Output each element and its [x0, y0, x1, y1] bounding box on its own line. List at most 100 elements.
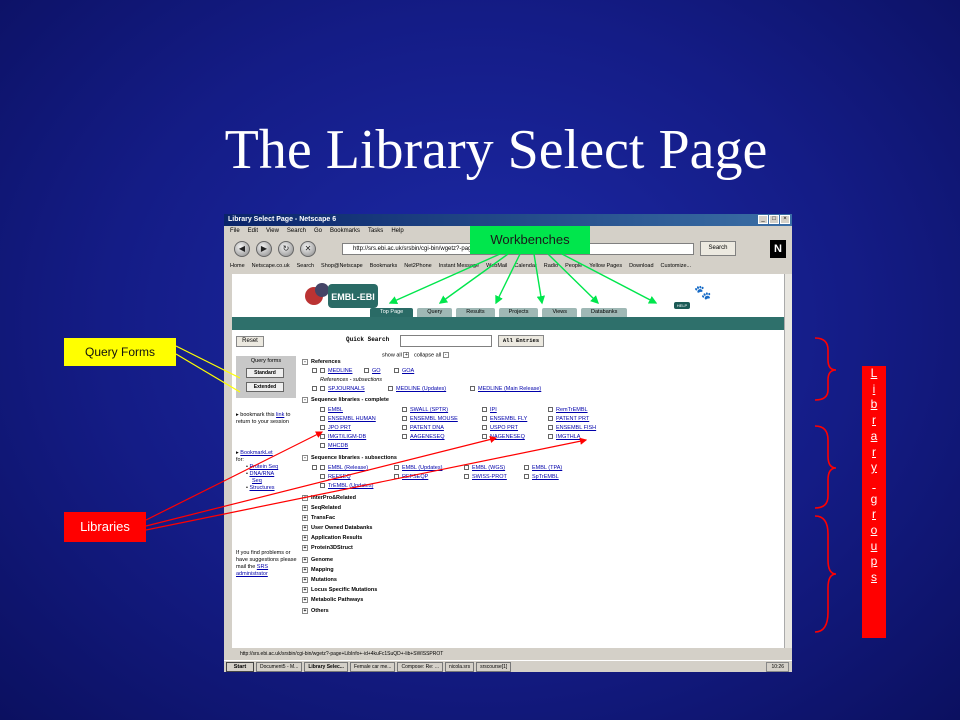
maximize-icon[interactable]: □ [769, 215, 779, 224]
expand-icon[interactable]: + [302, 576, 308, 583]
bookmark-netscape[interactable]: Netscape.co.uk [252, 261, 290, 272]
tab-top-page[interactable]: Top Page [370, 308, 414, 317]
bookmark-calendar[interactable]: Calendar [514, 261, 536, 272]
checkbox[interactable] [320, 368, 325, 374]
menu-edit[interactable]: Edit [248, 226, 258, 237]
lib-item[interactable]: SWISS-PROT [464, 473, 507, 481]
seq-link[interactable]: Seq [252, 478, 262, 484]
group-locus-mutations[interactable]: + Locus Specific Mutations [302, 586, 377, 594]
back-icon[interactable]: ◀ [234, 241, 250, 257]
checkbox[interactable] [548, 425, 553, 431]
lib-item[interactable]: ENSEMBL FLY [482, 415, 527, 423]
bookmark-link[interactable]: link [276, 412, 284, 418]
menu-search[interactable]: Search [287, 226, 306, 237]
lib-item[interactable]: EMBL (Release) [312, 464, 368, 472]
checkbox[interactable] [548, 434, 553, 440]
bookmark-radio[interactable]: Radio [544, 261, 558, 272]
checkbox[interactable] [312, 386, 317, 392]
minimize-icon[interactable]: _ [758, 215, 768, 224]
extended-button[interactable]: Extended [246, 382, 284, 392]
reset-button[interactable]: Reset [236, 336, 264, 347]
expand-icon[interactable]: + [302, 607, 308, 614]
lib-item[interactable]: ENSEMBL FISH [548, 424, 596, 432]
expand-icon[interactable]: + [302, 586, 308, 593]
lib-item[interactable]: EMBL (WGS) [464, 464, 505, 472]
checkbox[interactable] [524, 474, 529, 480]
lib-item[interactable]: GO [364, 367, 381, 375]
lib-item[interactable]: TrEMBL (Updates) [320, 482, 373, 490]
checkbox[interactable] [320, 443, 325, 449]
menu-bookmarks[interactable]: Bookmarks [330, 226, 360, 237]
lib-item[interactable]: ENSEMBL HUMAN [320, 415, 376, 423]
checkbox[interactable] [320, 425, 325, 431]
group-genome[interactable]: + Genome [302, 556, 333, 564]
lib-item[interactable]: IPI [482, 406, 497, 414]
checkbox[interactable] [548, 407, 553, 413]
taskbar-item[interactable]: Document5 - M... [256, 661, 303, 672]
collapse-icon[interactable]: - [302, 358, 308, 365]
search-button[interactable]: Search [700, 241, 736, 256]
lib-item[interactable]: AAGENESEQ [402, 433, 445, 441]
expand-icon[interactable]: + [302, 544, 308, 551]
group-mutations[interactable]: + Mutations [302, 576, 337, 584]
lib-item[interactable]: MEDLINE (Main Release) [470, 385, 541, 393]
checkbox[interactable] [464, 474, 469, 480]
checkbox[interactable] [312, 368, 317, 374]
reload-icon[interactable]: ↻ [278, 241, 294, 257]
stop-icon[interactable]: ✕ [300, 241, 316, 257]
bookmark-home[interactable]: Home [230, 261, 245, 272]
bookmarklet-link[interactable]: BookmarkLet [240, 450, 272, 456]
bookmark-webmail[interactable]: WebMail [486, 261, 507, 272]
group-transfac[interactable]: + TransFac [302, 514, 335, 522]
collapse-all-icon[interactable]: - [442, 352, 449, 358]
collapse-icon[interactable]: - [302, 396, 308, 403]
lib-item[interactable]: REFSEQP [394, 473, 428, 481]
checkbox[interactable] [548, 416, 553, 422]
start-button[interactable]: Start [226, 661, 254, 672]
taskbar-item[interactable]: Compose: Re: ... [397, 661, 443, 672]
close-icon[interactable]: × [780, 215, 790, 224]
checkbox[interactable] [402, 425, 407, 431]
lib-item[interactable]: REFSEQ [320, 473, 351, 481]
bookmark-search[interactable]: Search [297, 261, 314, 272]
lib-item[interactable]: MEDLINE [312, 367, 352, 375]
group-application-results[interactable]: + Application Results [302, 534, 362, 542]
checkbox[interactable] [394, 368, 399, 374]
lib-item[interactable]: GOA [394, 367, 414, 375]
lib-item[interactable]: IMGTHLA [548, 433, 580, 441]
checkbox[interactable] [388, 386, 393, 392]
lib-item[interactable]: EMBL [320, 406, 343, 414]
quick-search-input[interactable] [400, 335, 492, 347]
taskbar-item[interactable]: srscourse[1] [476, 661, 512, 672]
checkbox[interactable] [464, 465, 469, 471]
group-user-owned[interactable]: + User Owned Databanks [302, 524, 372, 532]
lib-item[interactable]: SpTrEMBL [524, 473, 559, 481]
checkbox[interactable] [394, 474, 399, 480]
help-button[interactable]: HELP [674, 302, 690, 309]
tab-databanks[interactable]: Databanks [581, 308, 628, 317]
all-entries-button[interactable]: All Entries [498, 335, 544, 347]
collapse-all-link[interactable]: collapse all [414, 352, 441, 358]
structures-link[interactable]: Structures [249, 485, 274, 491]
group-seqrelated[interactable]: + SeqRelated [302, 504, 341, 512]
lib-item[interactable]: MHCDB [320, 442, 348, 450]
checkbox[interactable] [402, 416, 407, 422]
checkbox[interactable] [402, 407, 407, 413]
lib-item[interactable]: ENSEMBL MOUSE [402, 415, 458, 423]
menu-view[interactable]: View [266, 226, 279, 237]
lib-item[interactable]: SWALL (SPTR) [402, 406, 448, 414]
tab-projects[interactable]: Projects [498, 308, 539, 317]
taskbar-item[interactable]: Library Selec... [304, 661, 348, 672]
collapse-icon[interactable]: - [302, 454, 308, 461]
checkbox[interactable] [320, 483, 325, 489]
bookmark-shop[interactable]: Shop@Netscape [321, 261, 363, 272]
expand-icon[interactable]: + [302, 494, 308, 501]
lib-item[interactable]: NAGENESEQ [482, 433, 525, 441]
checkbox[interactable] [482, 407, 487, 413]
checkbox[interactable] [320, 407, 325, 413]
tab-results[interactable]: Results [456, 308, 495, 317]
checkbox[interactable] [482, 416, 487, 422]
checkbox[interactable] [320, 386, 325, 392]
lib-item[interactable]: RemTrEMBL [548, 406, 588, 414]
checkbox[interactable] [394, 465, 399, 471]
